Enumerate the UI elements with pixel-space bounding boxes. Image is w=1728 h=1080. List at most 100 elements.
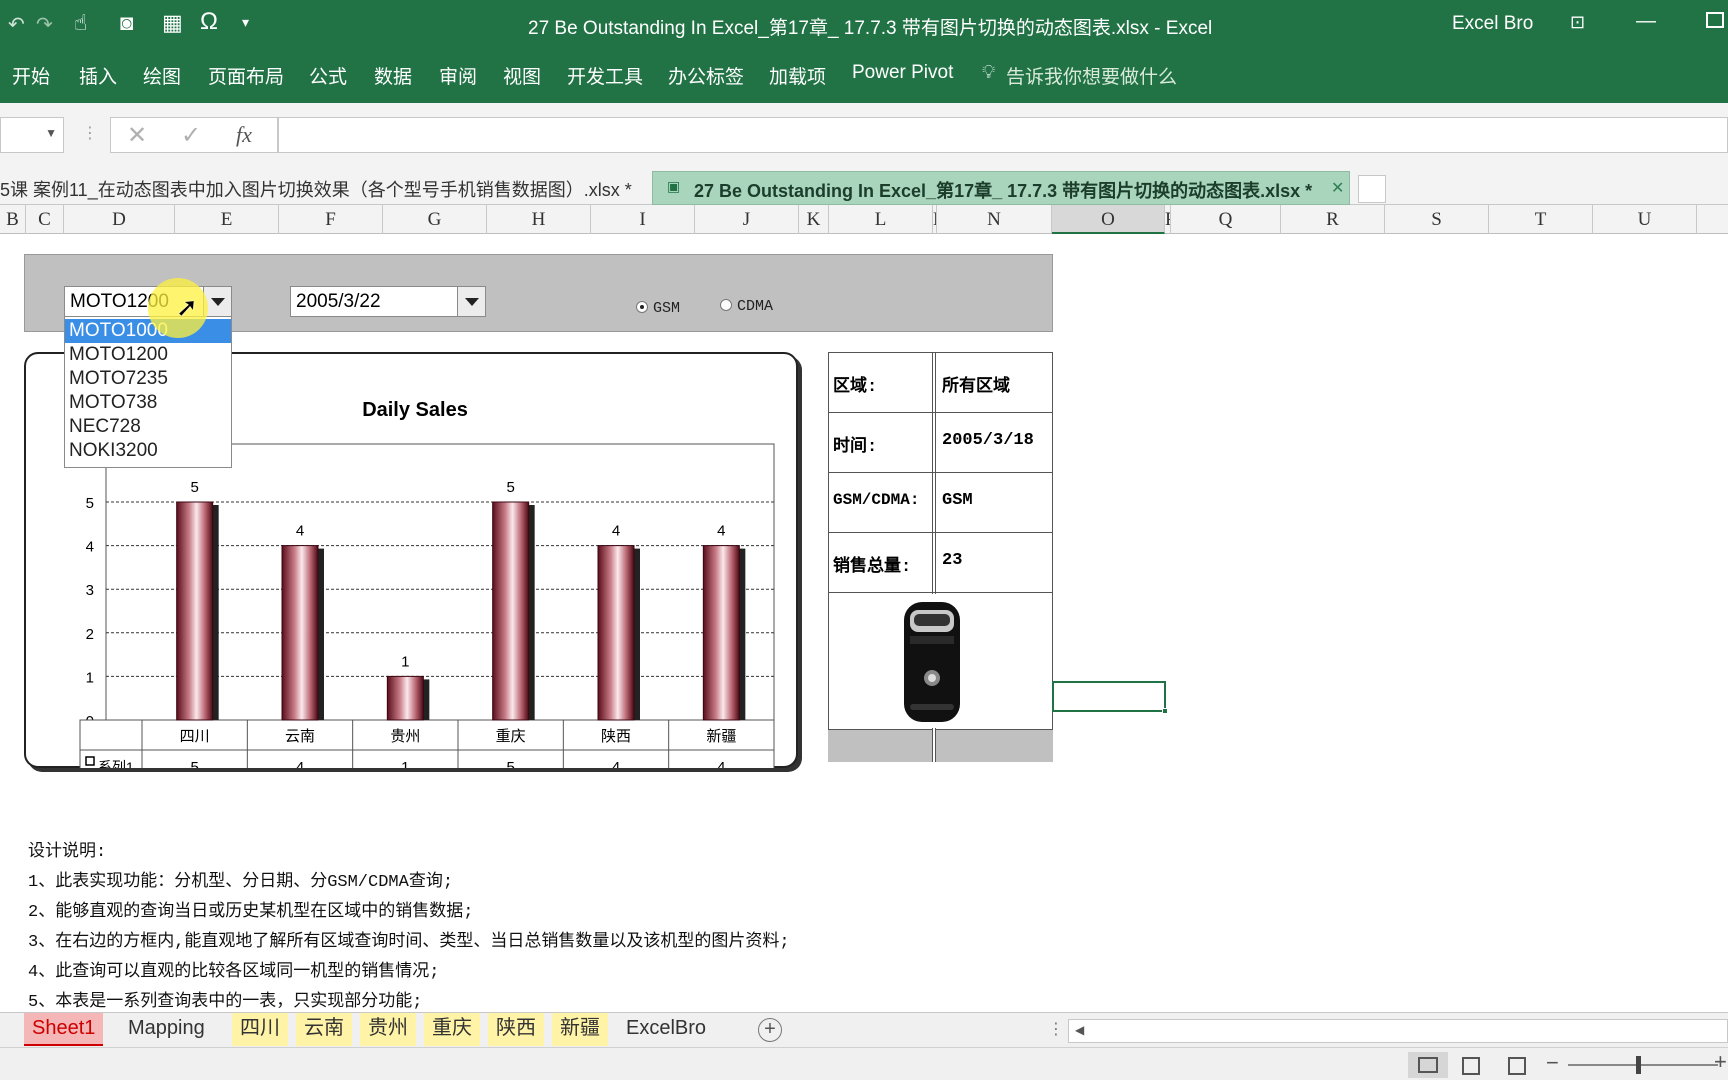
tab-addins[interactable]: 加载项 bbox=[769, 62, 826, 89]
dropdown-option[interactable]: MOTO1000 bbox=[65, 319, 231, 343]
column-header[interactable]: L bbox=[829, 205, 933, 234]
page-layout-icon[interactable] bbox=[1462, 1057, 1480, 1075]
column-header[interactable]: F bbox=[279, 205, 383, 234]
zoom-slider-thumb[interactable] bbox=[1636, 1056, 1641, 1074]
column-header[interactable]: E bbox=[175, 205, 279, 234]
sheet-tabs: Sheet1 Mapping 四川 云南 贵州 重庆 陕西 新疆 ExcelBr… bbox=[0, 1012, 1728, 1047]
dropdown-option[interactable]: NEC728 bbox=[65, 415, 231, 439]
zoom-in-icon[interactable]: + bbox=[1714, 1049, 1727, 1075]
zoom-slider[interactable] bbox=[1568, 1064, 1718, 1066]
column-header[interactable]: N bbox=[937, 205, 1052, 234]
tab-office-tab[interactable]: 办公标签 bbox=[668, 62, 744, 89]
data-label: 5 bbox=[190, 479, 198, 496]
tab-insert[interactable]: 插入 bbox=[79, 62, 117, 89]
enter-icon[interactable]: ✓ bbox=[181, 121, 201, 150]
name-box[interactable]: ▼ bbox=[0, 117, 64, 153]
fill-handle[interactable] bbox=[1162, 708, 1168, 714]
calculator-icon[interactable]: ▦ bbox=[162, 10, 183, 36]
sheet-tab-guizhou[interactable]: 贵州 bbox=[360, 1013, 416, 1046]
dropdown-option[interactable]: MOTO738 bbox=[65, 391, 231, 415]
sheet-tab-excelbro[interactable]: ExcelBro bbox=[618, 1013, 714, 1046]
minimize-icon[interactable]: — bbox=[1636, 10, 1656, 33]
ribbon-display-icon[interactable]: ⊡ bbox=[1570, 12, 1585, 33]
dropdown-option[interactable]: MOTO1200 bbox=[65, 343, 231, 367]
zoom-out-icon[interactable]: − bbox=[1546, 1050, 1559, 1076]
user-name[interactable]: Excel Bro bbox=[1452, 13, 1533, 35]
design-note: 4、此查询可以直观的比较各区域同一机型的销售情况; bbox=[28, 963, 440, 982]
add-sheet-icon[interactable]: + bbox=[758, 1018, 782, 1042]
sheet-tab-chongqing[interactable]: 重庆 bbox=[424, 1013, 480, 1046]
radio-cdma[interactable]: CDMA bbox=[720, 298, 773, 315]
type-label: GSM/CDMA: bbox=[833, 491, 920, 509]
chevron-down-icon[interactable]: ▼ bbox=[45, 126, 57, 140]
dropdown-option[interactable]: NOKI3200 bbox=[65, 439, 231, 463]
sheet-tab-shaanxi[interactable]: 陕西 bbox=[488, 1013, 544, 1046]
workbook-tabs: 5课 案例11_在动态图表中加入图片切换效果（各个型号手机销售数据图）.xlsx… bbox=[0, 171, 1728, 205]
bar bbox=[702, 545, 740, 721]
page-break-icon[interactable] bbox=[1508, 1057, 1526, 1075]
column-header[interactable]: Q bbox=[1171, 205, 1281, 234]
undo-icon[interactable]: ↶ bbox=[8, 12, 25, 37]
cancel-icon[interactable]: ✕ bbox=[127, 121, 147, 150]
scroll-left-icon[interactable]: ◀ bbox=[1075, 1023, 1084, 1037]
tell-me-search[interactable]: 告诉我你想要做什么 bbox=[1006, 62, 1177, 89]
bar bbox=[597, 545, 635, 721]
design-note: 2、能够直观的查询当日或历史某机型在区域中的销售数据; bbox=[28, 903, 474, 922]
sheet-tab-sichuan[interactable]: 四川 bbox=[232, 1013, 288, 1046]
data-label: 1 bbox=[401, 653, 409, 670]
camera-icon[interactable]: ◙ bbox=[120, 10, 133, 36]
tab-formulas[interactable]: 公式 bbox=[309, 62, 347, 89]
sheet-tab-mapping[interactable]: Mapping bbox=[120, 1013, 213, 1046]
column-header[interactable]: U bbox=[1593, 205, 1697, 234]
tab-developer[interactable]: 开发工具 bbox=[567, 62, 643, 89]
sheet-tab-sheet1[interactable]: Sheet1 bbox=[24, 1013, 104, 1046]
column-header[interactable]: H bbox=[487, 205, 591, 234]
customize-toolbar-icon[interactable]: ▾ bbox=[242, 14, 249, 31]
column-header[interactable]: G bbox=[383, 205, 487, 234]
redo-icon[interactable]: ↷ bbox=[36, 12, 53, 37]
symbol-icon[interactable]: Ω bbox=[200, 8, 218, 36]
column-header[interactable]: S bbox=[1385, 205, 1489, 234]
touch-mode-icon[interactable]: ☝ bbox=[74, 10, 87, 36]
column-header[interactable]: C bbox=[26, 205, 64, 234]
model-dropdown-list[interactable]: MOTO1000 MOTO1200 MOTO7235 MOTO738 NEC72… bbox=[64, 316, 232, 468]
workbook-tab-2[interactable]: ▣ 27 Be Outstanding In Excel_第17章_ 17.7.… bbox=[652, 171, 1350, 205]
sheet-tab-yunnan[interactable]: 云南 bbox=[296, 1013, 352, 1046]
column-header[interactable]: R bbox=[1281, 205, 1385, 234]
formula-buttons: ✕ ✓ fx bbox=[110, 117, 278, 153]
info-row-line bbox=[828, 532, 1053, 533]
chevron-down-icon[interactable] bbox=[457, 287, 485, 316]
formula-input[interactable] bbox=[278, 117, 1728, 153]
close-tab-icon[interactable]: ✕ bbox=[1331, 178, 1344, 198]
horizontal-scrollbar[interactable]: ◀ bbox=[1068, 1019, 1728, 1043]
column-header[interactable]: T bbox=[1489, 205, 1593, 234]
column-header[interactable]: I bbox=[591, 205, 695, 234]
workbook-tab-1[interactable]: 5课 案例11_在动态图表中加入图片切换效果（各个型号手机销售数据图）.xlsx… bbox=[0, 176, 632, 202]
selected-cell[interactable] bbox=[1052, 681, 1166, 712]
column-header[interactable]: K bbox=[799, 205, 829, 234]
insert-function-icon[interactable]: fx bbox=[236, 122, 252, 148]
tab-data[interactable]: 数据 bbox=[374, 62, 412, 89]
info-footer bbox=[828, 729, 1053, 762]
radio-gsm[interactable]: GSM bbox=[636, 300, 680, 317]
tab-review[interactable]: 审阅 bbox=[439, 62, 477, 89]
column-header-selected[interactable]: O bbox=[1052, 205, 1165, 234]
radio-dot-icon bbox=[636, 301, 648, 313]
column-header[interactable]: J bbox=[695, 205, 799, 234]
tab-home[interactable]: 开始 bbox=[12, 62, 50, 89]
tab-view[interactable]: 视图 bbox=[503, 62, 541, 89]
tab-power-pivot[interactable]: Power Pivot bbox=[852, 62, 953, 84]
worksheet[interactable]: MOTO1200 2005/3/22 GSM CDMA Daily Sales … bbox=[0, 234, 1728, 1012]
column-header[interactable]: B bbox=[0, 205, 26, 234]
maximize-icon[interactable] bbox=[1706, 12, 1724, 28]
more-icon: ⋮ bbox=[1048, 1021, 1064, 1038]
more-icon: ⋮ bbox=[82, 125, 98, 142]
mouse-pointer-icon: ➚ bbox=[176, 292, 198, 322]
tab-page-layout[interactable]: 页面布局 bbox=[208, 62, 284, 89]
column-header[interactable]: D bbox=[64, 205, 175, 234]
tab-draw[interactable]: 绘图 bbox=[143, 62, 181, 89]
date-combo[interactable]: 2005/3/22 bbox=[290, 286, 486, 317]
dropdown-option[interactable]: MOTO7235 bbox=[65, 367, 231, 391]
sheet-tab-xinjiang[interactable]: 新疆 bbox=[552, 1013, 608, 1046]
new-tab-button[interactable] bbox=[1358, 175, 1386, 203]
